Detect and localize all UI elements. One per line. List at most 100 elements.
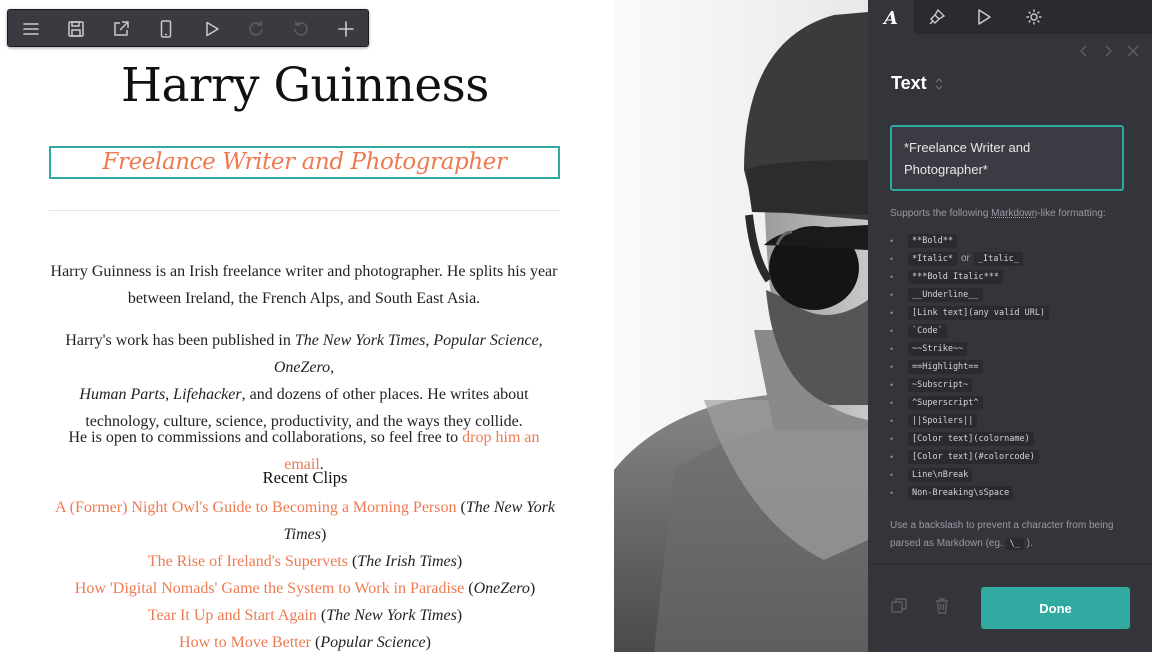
clip-source: The New York Times xyxy=(326,607,457,624)
chevron-left-icon[interactable] xyxy=(1078,44,1090,64)
bio-text: Harry's work has been published in xyxy=(65,332,295,349)
list-item: ||Spoilers|| xyxy=(890,414,1130,432)
portrait-photo xyxy=(614,0,868,652)
page-name-heading[interactable]: Harry Guinness xyxy=(0,58,610,113)
clip-link[interactable]: Tear It Up and Start Again xyxy=(148,607,317,624)
external-link-icon[interactable] xyxy=(110,18,132,40)
redo-icon[interactable] xyxy=(245,18,267,40)
menu-icon[interactable] xyxy=(20,18,42,40)
text-style-icon[interactable]: A xyxy=(868,0,914,34)
duplicate-icon[interactable] xyxy=(890,597,908,620)
divider xyxy=(49,210,560,211)
syntax-code: ~~Strike~~ xyxy=(908,342,968,356)
list-item: [Color text](#colorcode) xyxy=(890,450,1130,468)
clip-source: The Irish Times xyxy=(357,553,457,570)
syntax-code: [Color text](#colorcode) xyxy=(908,450,1039,464)
page-preview: Harry Guinness Freelance Writer and Phot… xyxy=(0,0,614,652)
comma: , xyxy=(330,359,335,376)
divider xyxy=(868,563,1152,564)
clip-link[interactable]: The Rise of Ireland's Supervets xyxy=(148,553,348,570)
list-item: [Color text](colorname) xyxy=(890,432,1130,450)
markdown-syntax-list: **Bold** *Italic*or_Italic_ ***Bold Ital… xyxy=(890,234,1130,504)
close-icon[interactable] xyxy=(1126,44,1140,64)
tagline-selected-block[interactable]: Freelance Writer and Photographer xyxy=(49,146,560,179)
add-icon[interactable] xyxy=(335,18,357,40)
syntax-code: *Italic* xyxy=(908,252,957,266)
clip-link[interactable]: How to Move Better xyxy=(179,634,311,651)
panel-title: Text xyxy=(891,73,927,93)
tagline-text[interactable]: Freelance Writer and Photographer xyxy=(102,149,507,175)
gear-icon[interactable] xyxy=(1011,0,1057,34)
syntax-code: `Code` xyxy=(908,324,947,338)
comma: , xyxy=(538,332,543,349)
recent-clips-list[interactable]: A (Former) Night Owl's Guide to Becoming… xyxy=(50,494,560,652)
list-item: ~~Strike~~ xyxy=(890,342,1130,360)
help-text: Supports the following xyxy=(890,208,992,219)
list-item: ==Highlight== xyxy=(890,360,1130,378)
clip-item: How to Move Better (Popular Science) xyxy=(179,634,431,651)
syntax-code: [Link text](any valid URL) xyxy=(908,306,1050,320)
list-item: ~Subscript~ xyxy=(890,378,1130,396)
bio-text: He is open to commissions and collaborat… xyxy=(68,429,463,446)
done-button[interactable]: Done xyxy=(981,587,1130,629)
help-text: Use a backslash to prevent a character f… xyxy=(890,520,1114,549)
publication-name: The New York Times xyxy=(294,332,426,349)
clip-item: How 'Digital Nomads' Game the System to … xyxy=(74,580,536,597)
clip-source: OneZero xyxy=(473,580,530,597)
publication-name: Human Parts xyxy=(79,386,166,403)
syntax-code: ~Subscript~ xyxy=(908,378,973,392)
publication-name: Popular Science xyxy=(433,332,539,349)
property-panel: A Text *Freelance Writer and Photographe… xyxy=(868,0,1152,652)
list-item: __Underline__ xyxy=(890,288,1130,306)
clip-item: Tear It Up and Start Again (The New York… xyxy=(147,607,463,624)
recent-clips-heading[interactable]: Recent Clips xyxy=(0,468,610,488)
help-text: -like formatting: xyxy=(1037,208,1106,219)
syntax-code: ==Highlight== xyxy=(908,360,983,374)
svg-text:A: A xyxy=(882,8,898,27)
list-item: [Link text](any valid URL) xyxy=(890,306,1130,324)
list-item: Non-Breaking\sSpace xyxy=(890,486,1130,504)
bio-paragraph-2[interactable]: Harry's work has been published in The N… xyxy=(48,327,560,435)
markdown-help-intro: Supports the following Markdown-like for… xyxy=(890,208,1106,219)
list-item: ^Superscript^ xyxy=(890,396,1130,414)
list-item: **Bold** xyxy=(890,234,1130,252)
chevron-up-down-icon[interactable] xyxy=(934,77,944,96)
clip-source: Popular Science xyxy=(320,634,426,651)
chevron-right-icon[interactable] xyxy=(1102,44,1114,64)
clip-link[interactable]: A (Former) Night Owl's Guide to Becoming… xyxy=(55,499,457,516)
list-item: *Italic*or_Italic_ xyxy=(890,252,1130,270)
or-label: or xyxy=(960,253,970,264)
clip-item: The Rise of Ireland's Supervets (The Iri… xyxy=(147,553,463,570)
publication-name: OneZero xyxy=(273,359,331,376)
syntax-code: ||Spoilers|| xyxy=(908,414,978,428)
list-item: Line\nBreak xyxy=(890,468,1130,486)
syntax-code: **Bold** xyxy=(908,234,957,248)
bio-paragraph-1[interactable]: Harry Guinness is an Irish freelance wri… xyxy=(48,258,560,312)
panel-nav xyxy=(1078,44,1140,64)
syntax-code: _Italic_ xyxy=(973,252,1023,266)
markdown-link[interactable]: Markdown xyxy=(991,208,1037,219)
syntax-code: __Underline__ xyxy=(908,288,983,302)
publication-name: Lifehacker xyxy=(173,386,242,403)
syntax-code: \_ xyxy=(1005,538,1024,550)
syntax-code: ^Superscript^ xyxy=(908,396,983,410)
play-icon[interactable] xyxy=(200,18,222,40)
save-icon[interactable] xyxy=(65,18,87,40)
bio-text: Harry Guinness is an Irish freelance wri… xyxy=(50,263,558,307)
syntax-code: Line\nBreak xyxy=(908,468,973,482)
list-item: ***Bold Italic*** xyxy=(890,270,1130,288)
editor-toolbar xyxy=(7,9,369,47)
mobile-preview-icon[interactable] xyxy=(155,18,177,40)
syntax-code: Non-Breaking\sSpace xyxy=(908,486,1014,500)
text-value-field[interactable]: *Freelance Writer and Photographer* xyxy=(890,125,1124,191)
clip-item: A (Former) Night Owl's Guide to Becoming… xyxy=(54,499,556,543)
list-item: `Code` xyxy=(890,324,1130,342)
help-text: ). xyxy=(1026,538,1033,549)
trash-icon[interactable] xyxy=(934,597,950,620)
play-icon[interactable] xyxy=(960,0,1006,34)
style-brush-icon[interactable] xyxy=(914,0,960,34)
clip-link[interactable]: How 'Digital Nomads' Game the System to … xyxy=(75,580,464,597)
undo-icon[interactable] xyxy=(290,18,312,40)
comma: , xyxy=(165,386,174,403)
syntax-code: [Color text](colorname) xyxy=(908,432,1034,446)
